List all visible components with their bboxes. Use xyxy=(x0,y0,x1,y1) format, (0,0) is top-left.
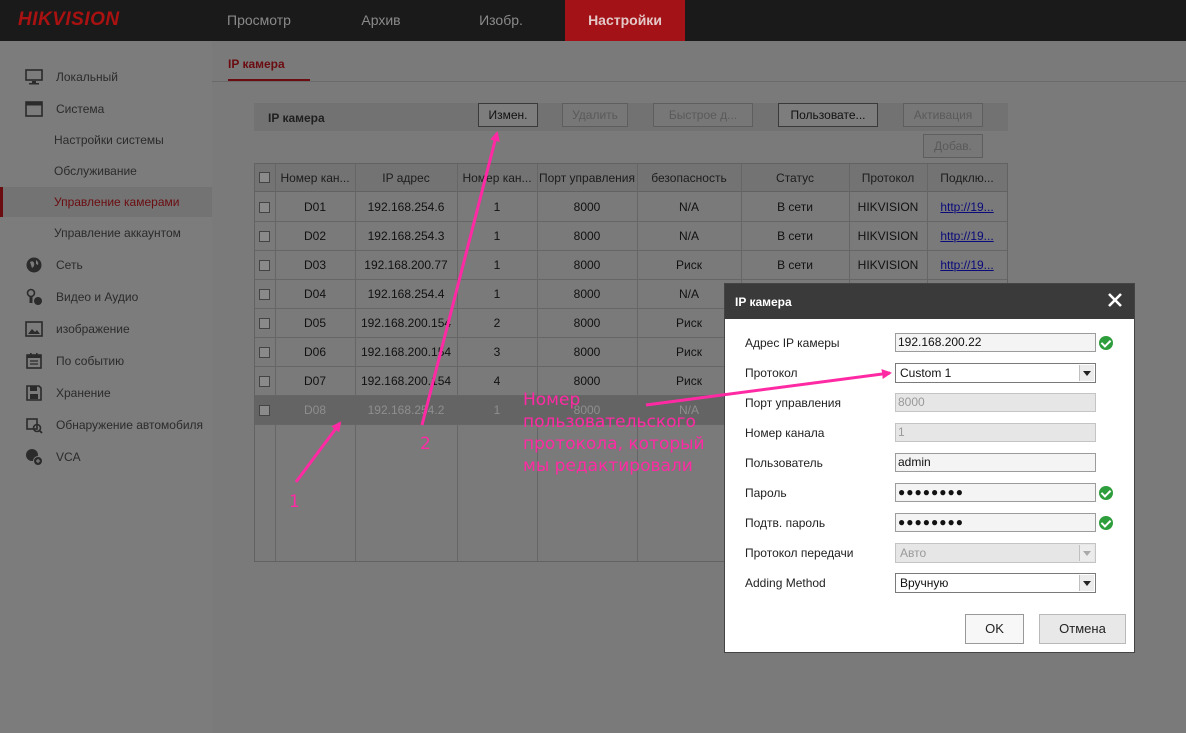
annotation-arrow-2 xyxy=(420,131,500,426)
annotation-arrow-1 xyxy=(294,421,342,483)
annotation-arrows xyxy=(294,131,892,483)
annotation-marker-1: 1 xyxy=(289,492,300,512)
annotation-marker-2: 2 xyxy=(420,434,431,454)
annotation-note: Номер пользовательского протокола, котор… xyxy=(523,390,705,476)
